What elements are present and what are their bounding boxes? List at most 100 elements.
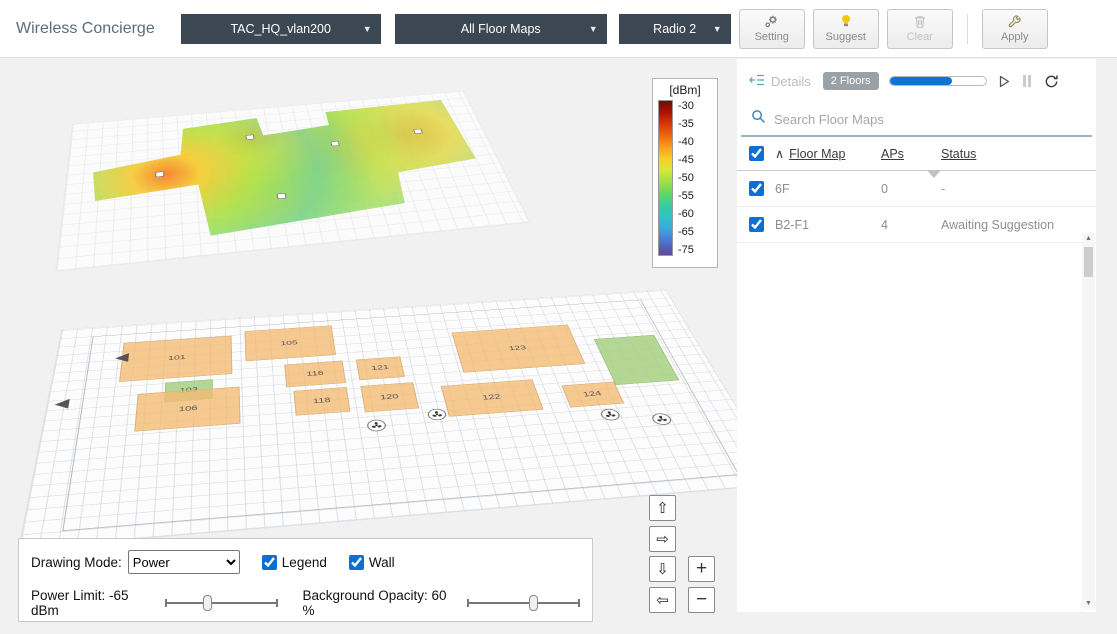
room-label: 121 — [371, 364, 390, 372]
drawing-mode-select[interactable]: Power — [128, 550, 240, 574]
room-label: 101 — [168, 354, 186, 362]
opacity-slider[interactable] — [467, 595, 580, 611]
room-105: 105 — [244, 325, 335, 361]
wall-checkbox[interactable]: Wall — [349, 555, 395, 570]
slider-tick — [276, 599, 278, 607]
legend-tick: -75 — [678, 244, 694, 256]
radio-dropdown-value: Radio 2 — [653, 22, 696, 36]
scroll-up-icon[interactable]: ▲ — [1082, 235, 1095, 242]
pan-down-button[interactable]: ⇩ — [649, 556, 676, 582]
floor-map-b2f1[interactable]: 101 105 103 106 116 118 121 120 123 122 … — [0, 240, 780, 510]
arrow-right-icon: ⇨ — [656, 530, 669, 548]
floormap-dropdown[interactable]: All Floor Maps ▼ — [395, 14, 607, 44]
setting-button-label: Setting — [755, 31, 789, 43]
sort-asc-icon: ∧ — [775, 146, 784, 161]
header-notch — [927, 170, 941, 178]
map-arrow-marker — [53, 399, 69, 410]
play-button[interactable] — [999, 75, 1010, 88]
slider-track — [467, 602, 580, 604]
power-limit-label: Power Limit: -65 dBm — [31, 588, 157, 618]
pause-button[interactable] — [1022, 75, 1032, 87]
ap-marker[interactable] — [276, 193, 286, 199]
dbm-legend: [dBm] -30 -35 -40 -45 -50 -55 -60 -65 -7… — [652, 78, 718, 268]
progress-bar-fill — [890, 77, 952, 85]
opacity-label: Background Opacity: 60 % — [302, 588, 458, 618]
row-checkbox[interactable] — [749, 181, 764, 196]
slider-thumb[interactable] — [203, 595, 212, 611]
scrollbar-thumb[interactable] — [1084, 247, 1093, 277]
map-navigation: ⇧ ⇨ ⇩ ⇦ + − — [649, 495, 719, 617]
suggest-button[interactable]: Suggest — [813, 9, 879, 49]
details-toggle[interactable]: Details — [749, 73, 811, 90]
clear-button[interactable]: Clear — [887, 9, 953, 49]
legend-tick: -40 — [678, 136, 694, 148]
search-icon — [751, 109, 766, 129]
radio-dropdown[interactable]: Radio 2 ▼ — [619, 14, 731, 44]
room-118: 118 — [294, 387, 351, 415]
top-bar: Wireless Concierge TAC_HQ_vlan200 ▼ All … — [0, 0, 1117, 58]
legend-gradient-bar — [658, 100, 673, 256]
minus-icon: − — [696, 589, 707, 611]
search-bar — [741, 103, 1092, 137]
floor-list-panel: Details 2 Floors ∧ — [737, 59, 1096, 612]
row-floor-name: 6F — [775, 182, 790, 196]
row-status: Awaiting Suggestion — [941, 218, 1084, 232]
setting-button[interactable]: Setting — [739, 9, 805, 49]
floormap-dropdown-value: All Floor Maps — [461, 22, 541, 36]
room-label: 120 — [380, 393, 400, 401]
room-101: 101 — [119, 336, 232, 382]
arrow-down-icon: ⇩ — [656, 560, 669, 578]
pan-up-button[interactable]: ⇧ — [649, 495, 676, 521]
toolbar-divider — [967, 14, 968, 44]
table-row[interactable]: 6F 0 - — [737, 171, 1096, 207]
room-121: 121 — [356, 356, 405, 380]
legend-tick: -65 — [678, 226, 694, 238]
scroll-down-icon[interactable]: ▼ — [1082, 600, 1095, 607]
select-all-checkbox[interactable] — [749, 146, 764, 161]
arrow-left-icon: ⇦ — [656, 591, 669, 609]
collapse-left-icon — [749, 73, 765, 90]
panel-scrollbar[interactable]: ▲ ▼ — [1082, 233, 1095, 609]
arrow-up-icon: ⇧ — [656, 499, 669, 517]
room-label: 105 — [280, 339, 298, 346]
legend-title: [dBm] — [658, 83, 712, 97]
header-floor-map[interactable]: Floor Map — [789, 147, 845, 161]
refresh-button[interactable] — [1044, 74, 1059, 89]
chevron-down-icon: ▼ — [589, 24, 598, 34]
legend-tick: -45 — [678, 154, 694, 166]
legend-tick: -35 — [678, 118, 694, 130]
row-status: - — [941, 182, 1084, 196]
apply-button-label: Apply — [1001, 31, 1029, 43]
details-label: Details — [771, 74, 811, 89]
row-checkbox[interactable] — [749, 217, 764, 232]
progress-bar — [889, 76, 987, 86]
zoom-in-button[interactable]: + — [688, 556, 715, 582]
signal-heatmap — [77, 97, 508, 262]
gear-icon — [764, 14, 779, 29]
room-label: 106 — [179, 404, 198, 413]
zoom-out-button[interactable]: − — [688, 587, 715, 613]
ap-marker[interactable] — [155, 172, 164, 178]
pan-left-button[interactable]: ⇦ — [649, 587, 676, 613]
legend-tick: -30 — [678, 100, 694, 112]
legend-checkbox[interactable]: Legend — [262, 555, 327, 570]
pan-right-button[interactable]: ⇨ — [649, 526, 676, 552]
wrench-icon — [1008, 14, 1021, 29]
header-aps[interactable]: APs — [881, 147, 941, 161]
ap-marker[interactable] — [413, 128, 423, 133]
apply-button[interactable]: Apply — [982, 9, 1048, 49]
drawing-controls: Drawing Mode: Power Legend Wall Power Li… — [18, 538, 593, 622]
ap-marker[interactable] — [245, 135, 254, 140]
legend-ticks: -30 -35 -40 -45 -50 -55 -60 -65 -75 — [678, 100, 694, 256]
network-dropdown[interactable]: TAC_HQ_vlan200 ▼ — [181, 14, 381, 44]
table-header: ∧ Floor Map APs Status — [737, 137, 1096, 171]
panel-header: Details 2 Floors — [737, 59, 1096, 103]
ap-marker[interactable] — [330, 141, 340, 147]
search-input[interactable] — [774, 112, 1082, 127]
power-limit-slider[interactable] — [165, 595, 278, 611]
header-status[interactable]: Status — [941, 147, 1084, 161]
room-label: 116 — [306, 370, 324, 378]
slider-thumb[interactable] — [529, 595, 538, 611]
slider-track — [165, 602, 278, 604]
table-row[interactable]: B2-F1 4 Awaiting Suggestion — [737, 207, 1096, 243]
